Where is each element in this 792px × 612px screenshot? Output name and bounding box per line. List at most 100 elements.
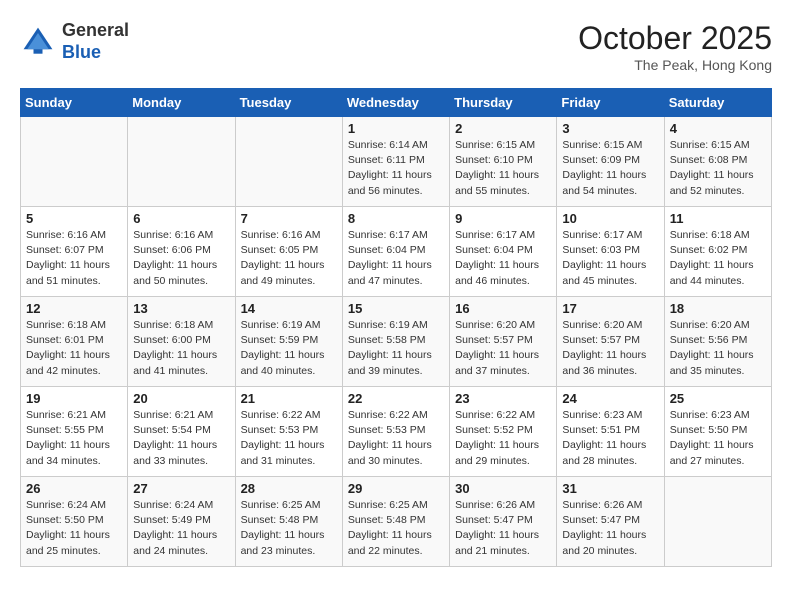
- calendar-cell: 6Sunrise: 6:16 AMSunset: 6:06 PMDaylight…: [128, 207, 235, 297]
- day-number: 11: [670, 211, 766, 226]
- day-info: Sunrise: 6:22 AMSunset: 5:53 PMDaylight:…: [348, 408, 444, 469]
- day-info: Sunrise: 6:15 AMSunset: 6:09 PMDaylight:…: [562, 138, 658, 199]
- day-number: 10: [562, 211, 658, 226]
- day-info: Sunrise: 6:24 AMSunset: 5:49 PMDaylight:…: [133, 498, 229, 559]
- day-number: 14: [241, 301, 337, 316]
- day-number: 17: [562, 301, 658, 316]
- calendar-cell: 5 Sunrise: 6:16 AMSunset: 6:07 PMDaylight…: [21, 207, 128, 297]
- day-info: Sunrise: 6:16 AMSunset: 6:07 PMDaylight:…: [26, 228, 122, 289]
- calendar-cell: 4 Sunrise: 6:15 AMSunset: 6:08 PMDaylight…: [664, 117, 771, 207]
- day-info: Sunrise: 6:25 AMSunset: 5:48 PMDaylight:…: [241, 498, 337, 559]
- day-of-week-header: Monday: [128, 89, 235, 117]
- calendar-week-row: 26 Sunrise: 6:24 AMSunset: 5:50 PMDayligh…: [21, 477, 772, 567]
- calendar-cell: 28 Sunrise: 6:25 AMSunset: 5:48 PMDayligh…: [235, 477, 342, 567]
- day-number: 16: [455, 301, 551, 316]
- logo: General Blue: [20, 20, 129, 63]
- calendar-cell: [664, 477, 771, 567]
- title-block: October 2025 The Peak, Hong Kong: [578, 20, 772, 73]
- calendar-cell: 20 Sunrise: 6:21 AMSunset: 5:54 PMDayligh…: [128, 387, 235, 477]
- day-info: Sunrise: 6:20 AMSunset: 5:56 PMDaylight:…: [670, 318, 766, 379]
- day-number: 7: [241, 211, 337, 226]
- day-of-week-header: Thursday: [450, 89, 557, 117]
- day-number: 21: [241, 391, 337, 406]
- calendar-cell: 8 Sunrise: 6:17 AMSunset: 6:04 PMDaylight…: [342, 207, 449, 297]
- calendar-week-row: 1 Sunrise: 6:14 AMSunset: 6:11 PMDaylight…: [21, 117, 772, 207]
- day-number: 23: [455, 391, 551, 406]
- day-info: Sunrise: 6:15 AMSunset: 6:10 PMDaylight:…: [455, 138, 551, 199]
- calendar-cell: 21 Sunrise: 6:22 AMSunset: 5:53 PMDayligh…: [235, 387, 342, 477]
- calendar-cell: 1 Sunrise: 6:14 AMSunset: 6:11 PMDaylight…: [342, 117, 449, 207]
- day-info: Sunrise: 6:17 AMSunset: 6:04 PMDaylight:…: [455, 228, 551, 289]
- day-number: 6: [133, 211, 229, 226]
- calendar-cell: 29 Sunrise: 6:25 AMSunset: 5:48 PMDayligh…: [342, 477, 449, 567]
- calendar-cell: [21, 117, 128, 207]
- day-number: 9: [455, 211, 551, 226]
- day-number: 22: [348, 391, 444, 406]
- day-info: Sunrise: 6:21 AMSunset: 5:55 PMDaylight:…: [26, 408, 122, 469]
- calendar-cell: 15 Sunrise: 6:19 AMSunset: 5:58 PMDayligh…: [342, 297, 449, 387]
- calendar-cell: 14 Sunrise: 6:19 AMSunset: 5:59 PMDayligh…: [235, 297, 342, 387]
- day-info: Sunrise: 6:20 AMSunset: 5:57 PMDaylight:…: [562, 318, 658, 379]
- calendar-cell: 16 Sunrise: 6:20 AMSunset: 5:57 PMDayligh…: [450, 297, 557, 387]
- calendar-week-row: 12Sunrise: 6:18 AMSunset: 6:01 PMDayligh…: [21, 297, 772, 387]
- day-number: 20: [133, 391, 229, 406]
- day-number: 13: [133, 301, 229, 316]
- day-info: Sunrise: 6:16 AMSunset: 6:05 PMDaylight:…: [241, 228, 337, 289]
- day-number: 26: [26, 481, 122, 496]
- calendar-cell: 31 Sunrise: 6:26 AMSunset: 5:47 PMDayligh…: [557, 477, 664, 567]
- calendar-cell: 7 Sunrise: 6:16 AMSunset: 6:05 PMDaylight…: [235, 207, 342, 297]
- day-number: 15: [348, 301, 444, 316]
- day-of-week-header: Saturday: [664, 89, 771, 117]
- day-number: 4: [670, 121, 766, 136]
- calendar-cell: 17 Sunrise: 6:20 AMSunset: 5:57 PMDayligh…: [557, 297, 664, 387]
- calendar-cell: 26 Sunrise: 6:24 AMSunset: 5:50 PMDayligh…: [21, 477, 128, 567]
- day-info: Sunrise: 6:24 AMSunset: 5:50 PMDaylight:…: [26, 498, 122, 559]
- calendar-cell: 24Sunrise: 6:23 AMSunset: 5:51 PMDayligh…: [557, 387, 664, 477]
- logo-icon: [20, 24, 56, 60]
- day-info: Sunrise: 6:26 AMSunset: 5:47 PMDaylight:…: [455, 498, 551, 559]
- day-number: 29: [348, 481, 444, 496]
- day-of-week-header: Wednesday: [342, 89, 449, 117]
- calendar-cell: 2 Sunrise: 6:15 AMSunset: 6:10 PMDaylight…: [450, 117, 557, 207]
- day-number: 5: [26, 211, 122, 226]
- day-info: Sunrise: 6:14 AMSunset: 6:11 PMDaylight:…: [348, 138, 444, 199]
- day-number: 8: [348, 211, 444, 226]
- calendar-cell: 9 Sunrise: 6:17 AMSunset: 6:04 PMDaylight…: [450, 207, 557, 297]
- calendar-cell: [235, 117, 342, 207]
- day-info: Sunrise: 6:18 AMSunset: 6:00 PMDaylight:…: [133, 318, 229, 379]
- day-number: 2: [455, 121, 551, 136]
- day-info: Sunrise: 6:21 AMSunset: 5:54 PMDaylight:…: [133, 408, 229, 469]
- day-of-week-header: Sunday: [21, 89, 128, 117]
- day-info: Sunrise: 6:18 AMSunset: 6:02 PMDaylight:…: [670, 228, 766, 289]
- calendar-cell: 30Sunrise: 6:26 AMSunset: 5:47 PMDayligh…: [450, 477, 557, 567]
- calendar-cell: 10Sunrise: 6:17 AMSunset: 6:03 PMDayligh…: [557, 207, 664, 297]
- day-number: 28: [241, 481, 337, 496]
- day-number: 3: [562, 121, 658, 136]
- calendar-cell: 27 Sunrise: 6:24 AMSunset: 5:49 PMDayligh…: [128, 477, 235, 567]
- day-of-week-header: Friday: [557, 89, 664, 117]
- day-info: Sunrise: 6:23 AMSunset: 5:50 PMDaylight:…: [670, 408, 766, 469]
- day-info: Sunrise: 6:17 AMSunset: 6:04 PMDaylight:…: [348, 228, 444, 289]
- calendar-cell: 23 Sunrise: 6:22 AMSunset: 5:52 PMDayligh…: [450, 387, 557, 477]
- day-number: 1: [348, 121, 444, 136]
- calendar-cell: 19Sunrise: 6:21 AMSunset: 5:55 PMDayligh…: [21, 387, 128, 477]
- day-info: Sunrise: 6:22 AMSunset: 5:53 PMDaylight:…: [241, 408, 337, 469]
- day-info: Sunrise: 6:15 AMSunset: 6:08 PMDaylight:…: [670, 138, 766, 199]
- calendar-cell: 22 Sunrise: 6:22 AMSunset: 5:53 PMDayligh…: [342, 387, 449, 477]
- day-info: Sunrise: 6:20 AMSunset: 5:57 PMDaylight:…: [455, 318, 551, 379]
- page-header: General Blue October 2025 The Peak, Hong…: [20, 20, 772, 73]
- calendar-cell: 11 Sunrise: 6:18 AMSunset: 6:02 PMDayligh…: [664, 207, 771, 297]
- day-number: 24: [562, 391, 658, 406]
- day-info: Sunrise: 6:25 AMSunset: 5:48 PMDaylight:…: [348, 498, 444, 559]
- day-number: 31: [562, 481, 658, 496]
- day-info: Sunrise: 6:26 AMSunset: 5:47 PMDaylight:…: [562, 498, 658, 559]
- day-info: Sunrise: 6:19 AMSunset: 5:59 PMDaylight:…: [241, 318, 337, 379]
- day-number: 27: [133, 481, 229, 496]
- calendar-table: SundayMondayTuesdayWednesdayThursdayFrid…: [20, 88, 772, 567]
- day-info: Sunrise: 6:19 AMSunset: 5:58 PMDaylight:…: [348, 318, 444, 379]
- day-info: Sunrise: 6:22 AMSunset: 5:52 PMDaylight:…: [455, 408, 551, 469]
- calendar-cell: 13 Sunrise: 6:18 AMSunset: 6:00 PMDayligh…: [128, 297, 235, 387]
- day-of-week-header: Tuesday: [235, 89, 342, 117]
- logo-text: General Blue: [62, 20, 129, 63]
- calendar-cell: 3 Sunrise: 6:15 AMSunset: 6:09 PMDaylight…: [557, 117, 664, 207]
